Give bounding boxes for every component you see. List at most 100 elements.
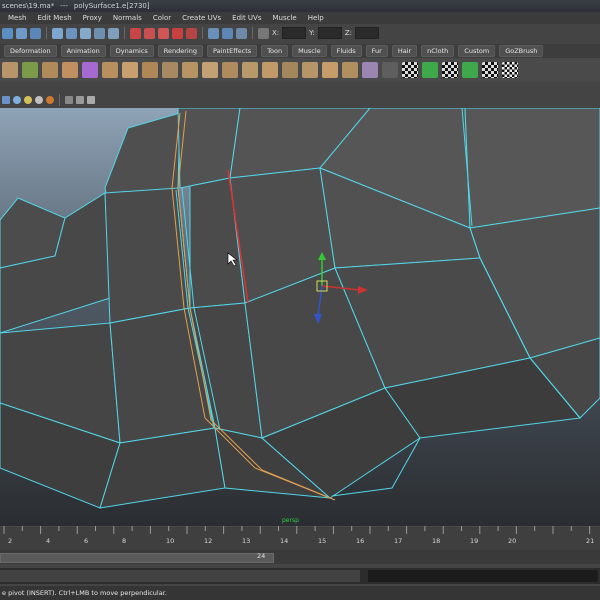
shelf-tool-4-icon[interactable] [62, 62, 78, 78]
all-lights-icon[interactable] [35, 96, 43, 104]
selection-name: polySurface1.e[2730] [73, 2, 150, 10]
isolate-icon[interactable] [76, 96, 84, 104]
ipr-render-icon[interactable] [222, 27, 233, 39]
select-by-component-icon[interactable] [30, 27, 41, 39]
smooth-shade-icon[interactable] [13, 96, 21, 104]
shelf-tab-painteffects[interactable]: PaintEffects [207, 45, 258, 57]
shelf-tool-17-icon[interactable] [322, 62, 338, 78]
viewport-label: persp [282, 517, 299, 524]
shelf-tab-muscle[interactable]: Muscle [292, 45, 327, 57]
y-field[interactable] [317, 27, 342, 39]
snap-point-icon[interactable] [158, 27, 169, 39]
menu-item-help[interactable]: Help [308, 14, 324, 22]
shelf-tab-custom[interactable]: Custom [458, 45, 496, 57]
select-by-object-icon[interactable] [16, 27, 27, 39]
y-label: Y: [309, 29, 315, 37]
shelf-tab-gozbrush[interactable]: GoZBrush [499, 45, 544, 57]
checker-2-icon[interactable] [422, 62, 438, 78]
shelf-tab-ncloth[interactable]: nCloth [421, 45, 455, 57]
command-input[interactable] [0, 570, 360, 582]
snap-grid-icon[interactable] [130, 27, 141, 39]
shelf-tool-20-icon[interactable] [382, 62, 398, 78]
shelf-tool-8-icon[interactable] [142, 62, 158, 78]
textured-icon[interactable] [46, 96, 54, 104]
select-by-hierarchy-icon[interactable] [2, 27, 13, 39]
cube-icon[interactable] [82, 62, 98, 78]
shelf-tab-fur[interactable]: Fur [365, 45, 388, 57]
shelf-tab-fluids[interactable]: Fluids [330, 45, 362, 57]
checker-4-icon[interactable] [462, 62, 478, 78]
menu-item-mesh[interactable]: Mesh [8, 14, 26, 22]
snap-curve-icon[interactable] [144, 27, 155, 39]
checker-3-icon[interactable] [442, 62, 458, 78]
menu-item-edit-mesh[interactable]: Edit Mesh [37, 14, 71, 22]
xray-icon[interactable] [65, 96, 73, 104]
help-line: e pivot (INSERT). Ctrl+LMB to move perpe… [0, 586, 600, 600]
shelf-tool-10-icon[interactable] [182, 62, 198, 78]
menu-item-edit-uvs[interactable]: Edit UVs [232, 14, 261, 22]
shelf-tab-animation[interactable]: Animation [60, 45, 106, 57]
render-settings-icon[interactable] [236, 27, 247, 39]
shelf-tool-1-icon[interactable] [2, 62, 18, 78]
input-field-toggle-icon[interactable] [258, 27, 269, 39]
frame-tick-label: 6 [84, 537, 88, 545]
title-bar: scenes\19.ma* --- polySurface1.e[2730] [0, 0, 600, 12]
wireframe-icon[interactable] [2, 96, 10, 104]
time-slider[interactable]: 2 4 6 8 10 12 13 14 15 16 17 18 19 20 21 [0, 525, 600, 550]
snap-surface-icon[interactable] [172, 27, 183, 39]
shelf-tab-dynamics[interactable]: Dynamics [109, 45, 154, 57]
frame-icon[interactable] [87, 96, 95, 104]
checker-1-icon[interactable] [402, 62, 418, 78]
shelf-tab-toon[interactable]: Toon [261, 45, 289, 57]
shelf-tool-14-icon[interactable] [262, 62, 278, 78]
status-line: X: Y: Z: [0, 24, 600, 42]
scene-file-name: scenes\19.ma* [2, 2, 55, 10]
shelf-tab-deformation[interactable]: Deformation [4, 45, 57, 57]
shelf-tool-7-icon[interactable] [122, 62, 138, 78]
shelf-tab-rendering[interactable]: Rendering [157, 45, 203, 57]
edge-mask-icon[interactable] [66, 27, 77, 39]
frame-tick-label: 12 [204, 537, 212, 545]
menu-item-normals[interactable]: Normals [113, 14, 142, 22]
make-live-icon[interactable] [186, 27, 197, 39]
shelf-tool-11-icon[interactable] [202, 62, 218, 78]
z-field[interactable] [355, 27, 380, 39]
shelf-tool-15-icon[interactable] [282, 62, 298, 78]
range-handle[interactable] [0, 553, 274, 563]
face-mask-icon[interactable] [80, 27, 91, 39]
default-light-icon[interactable] [24, 96, 32, 104]
range-slider[interactable]: 24 [0, 550, 600, 564]
frame-tick-label: 19 [470, 537, 478, 545]
shelf-tool-12-icon[interactable] [222, 62, 238, 78]
shelf-tool-13-icon[interactable] [242, 62, 258, 78]
frame-tick-label: 20 [508, 537, 516, 545]
shelf-tool-6-icon[interactable] [102, 62, 118, 78]
x-field[interactable] [282, 27, 307, 39]
shelf [0, 58, 600, 82]
mesh-wireframe: persp [0, 108, 600, 524]
frame-tick-label: 18 [432, 537, 440, 545]
shelf-tool-18-icon[interactable] [342, 62, 358, 78]
menu-item-muscle[interactable]: Muscle [273, 14, 297, 22]
shelf-tab-hair[interactable]: Hair [391, 45, 418, 57]
shelf-tool-3-icon[interactable] [42, 62, 58, 78]
shelf-tool-2-icon[interactable] [22, 62, 38, 78]
menu-item-proxy[interactable]: Proxy [83, 14, 102, 22]
shelf-tool-9-icon[interactable] [162, 62, 178, 78]
title-separator: --- [60, 2, 68, 10]
shelf-tool-16-icon[interactable] [302, 62, 318, 78]
render-frame-icon[interactable] [208, 27, 219, 39]
pyramid-icon[interactable] [362, 62, 378, 78]
misc-mask-icon[interactable] [108, 27, 119, 39]
menu-item-create-uvs[interactable]: Create UVs [182, 14, 221, 22]
uv-mask-icon[interactable] [94, 27, 105, 39]
frame-tick-label: 2 [8, 537, 12, 545]
checker-6-icon[interactable] [502, 62, 518, 78]
menu-item-color[interactable]: Color [153, 14, 171, 22]
3d-viewport[interactable]: persp [0, 108, 600, 526]
checker-5-icon[interactable] [482, 62, 498, 78]
current-frame: 24 [257, 552, 266, 560]
vertex-mask-icon[interactable] [52, 27, 63, 39]
frame-tick-label: 21 [586, 537, 594, 545]
frame-tick-label: 14 [280, 537, 288, 545]
